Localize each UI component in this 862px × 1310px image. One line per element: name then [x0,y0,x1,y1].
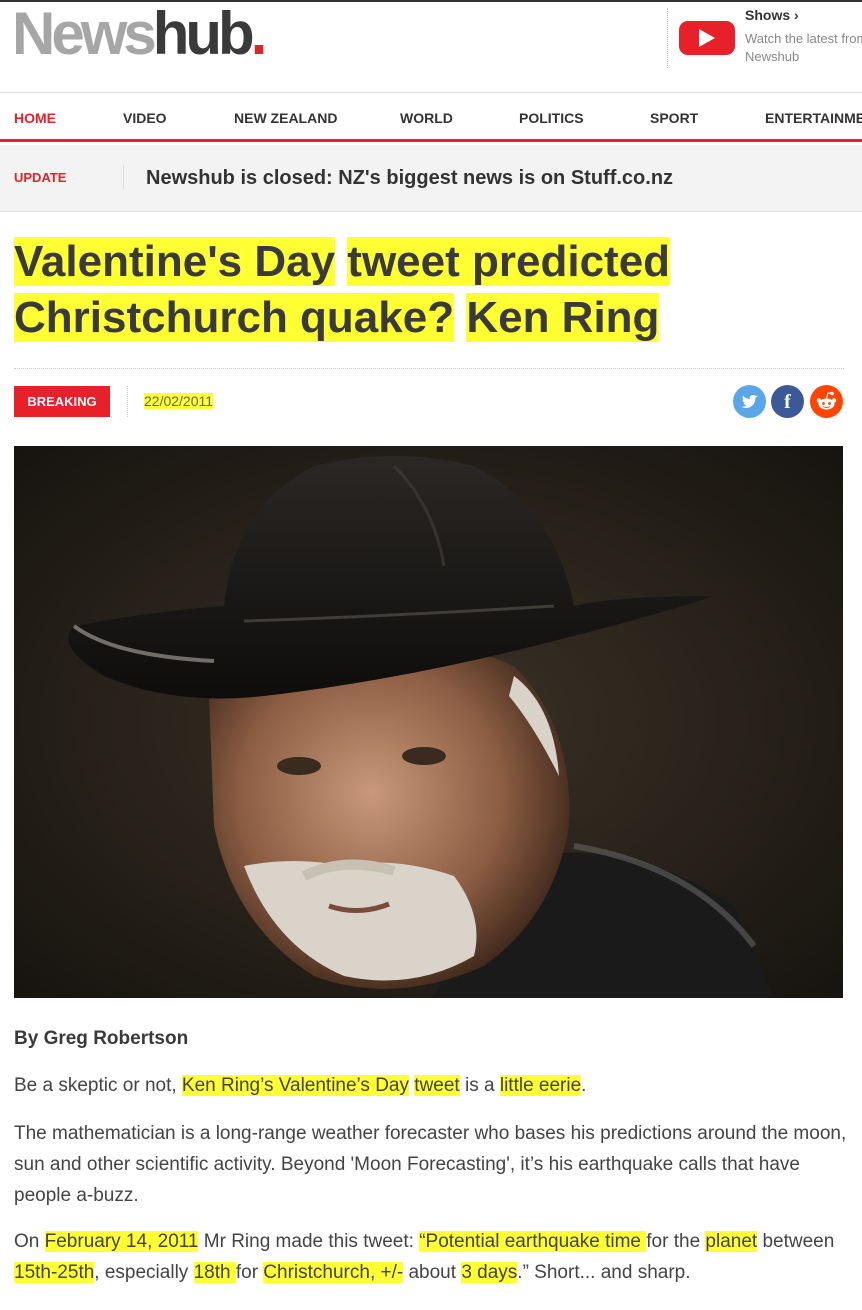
article-paragraph-2: The mathematician is a long-range weathe… [14,1123,847,1206]
shows-divider [667,8,668,68]
meta-divider [127,386,128,417]
article-paragraph-1: Be a skeptic or not, Ken Ring’s Valentin… [14,1075,587,1096]
article-photo [14,446,843,998]
facebook-icon[interactable]: f [771,385,804,418]
nav-politics[interactable]: POLITICS [519,110,584,126]
nav-sport[interactable]: SPORT [650,110,698,126]
youtube-play-icon[interactable] [679,21,735,55]
article-date: 22/02/2011 [144,393,214,409]
breaking-badge: BREAKING [14,386,110,417]
nav-new-zealand[interactable]: NEW ZEALAND [234,110,337,126]
article-paragraph-3: On February 14, 2011 Mr Ring made this t… [14,1231,835,1283]
update-label: UPDATE [14,170,67,185]
newshub-logo[interactable]: Newshub. [12,2,267,66]
main-nav: HOME VIDEO NEW ZEALAND WORLD POLITICS SP… [0,92,862,142]
update-divider [123,165,124,189]
article-byline: By Greg Robertson [14,1028,189,1049]
site-header: Newshub. Shows › Watch the latest from N… [0,2,862,92]
nav-video[interactable]: VIDEO [123,110,167,126]
nav-entertainment[interactable]: ENTERTAINMENT [765,110,862,126]
reddit-icon[interactable] [810,385,843,418]
nav-world[interactable]: WORLD [400,110,453,126]
shows-link[interactable]: Shows › [745,7,799,23]
article-headline: Valentine's Day tweet predicted Christchu… [14,237,671,342]
nav-home[interactable]: HOME [14,110,56,126]
update-banner: UPDATE Newshub is closed: NZ's biggest n… [0,145,862,212]
update-link[interactable]: Newshub is closed: NZ's biggest news is … [146,167,673,190]
shows-subtitle[interactable]: Watch the latest from Newshub [745,30,862,66]
headline-divider [14,368,844,369]
twitter-icon[interactable] [733,385,766,418]
